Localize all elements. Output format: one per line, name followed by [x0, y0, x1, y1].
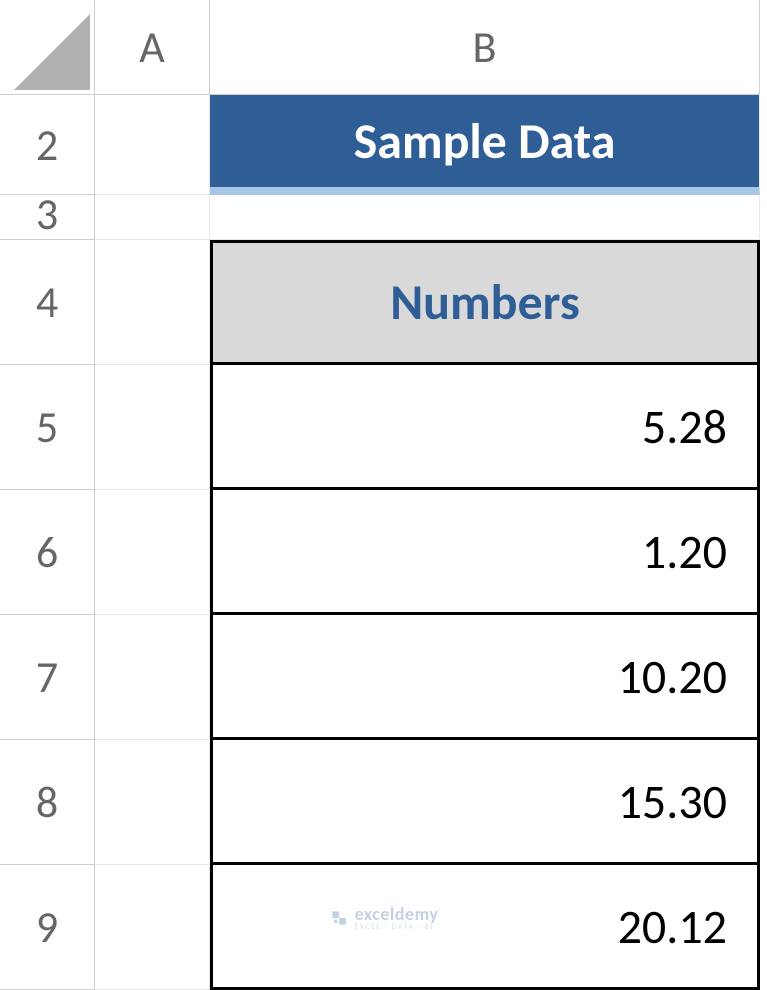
- title-cell[interactable]: Sample Data: [210, 95, 760, 195]
- cell-b3[interactable]: [210, 195, 760, 240]
- cell-a6[interactable]: [95, 490, 210, 615]
- cell-a4[interactable]: [95, 240, 210, 365]
- row-header-4[interactable]: 4: [0, 240, 95, 365]
- cell-a9[interactable]: [95, 865, 210, 990]
- data-cell-b6[interactable]: 1.20: [210, 490, 760, 615]
- row-header-7[interactable]: 7: [0, 615, 95, 740]
- row-header-5[interactable]: 5: [0, 365, 95, 490]
- column-header-a[interactable]: A: [95, 0, 210, 95]
- select-all-corner[interactable]: [0, 0, 95, 95]
- logo-icon: [329, 908, 349, 928]
- watermark-main-text: exceldemy: [355, 905, 439, 923]
- row-header-8[interactable]: 8: [0, 740, 95, 865]
- cell-a5[interactable]: [95, 365, 210, 490]
- table-header-cell[interactable]: Numbers: [210, 240, 760, 365]
- data-cell-b9[interactable]: 20.12: [210, 865, 760, 990]
- data-cell-b7[interactable]: 10.20: [210, 615, 760, 740]
- column-header-b[interactable]: B: [210, 0, 760, 95]
- cell-a3[interactable]: [95, 195, 210, 240]
- spreadsheet-grid: A B 2 Sample Data 3 4 Numbers 5 5.28 6 1…: [0, 0, 767, 953]
- row-header-3[interactable]: 3: [0, 195, 95, 240]
- data-cell-b5[interactable]: 5.28: [210, 365, 760, 490]
- cell-a2[interactable]: [95, 95, 210, 195]
- watermark-sub-text: EXCEL · DATA · BI: [355, 923, 439, 931]
- row-header-2[interactable]: 2: [0, 95, 95, 195]
- data-cell-b8[interactable]: 15.30: [210, 740, 760, 865]
- watermark: exceldemy EXCEL · DATA · BI: [329, 905, 439, 931]
- row-header-9[interactable]: 9: [0, 865, 95, 990]
- row-header-6[interactable]: 6: [0, 490, 95, 615]
- cell-a7[interactable]: [95, 615, 210, 740]
- cell-a8[interactable]: [95, 740, 210, 865]
